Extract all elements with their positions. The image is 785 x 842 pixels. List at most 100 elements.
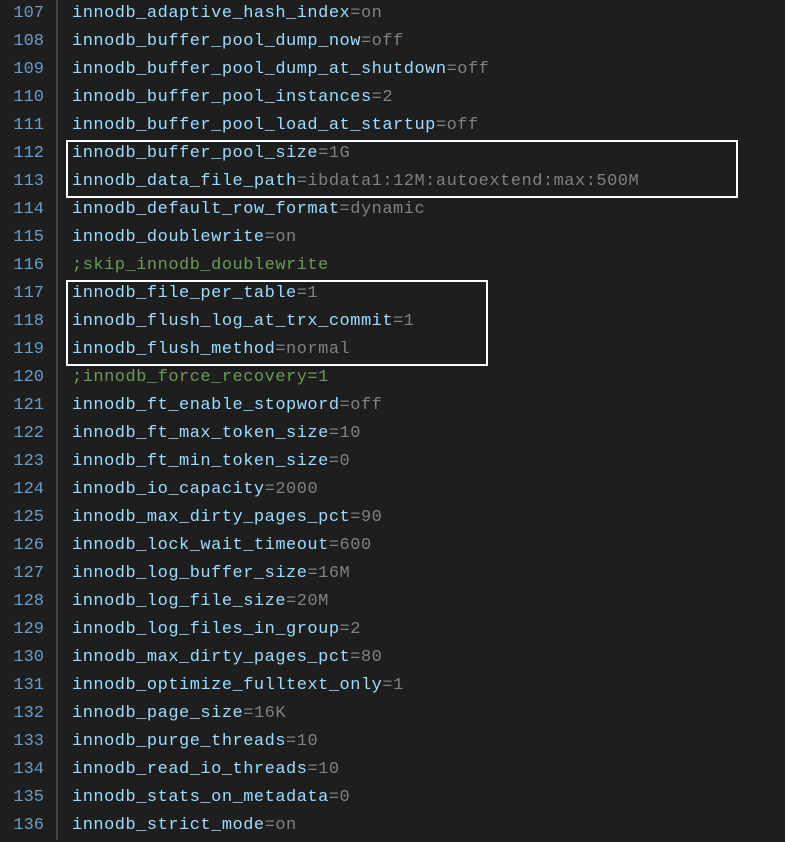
config-value: 0 — [340, 788, 351, 807]
code-line[interactable]: innodb_ft_max_token_size=10 — [72, 420, 785, 448]
config-key: innodb_max_dirty_pages_pct — [72, 648, 350, 667]
code-line[interactable]: innodb_page_size=16K — [72, 700, 785, 728]
equals-sign: = — [329, 452, 340, 471]
code-line[interactable]: innodb_flush_method=normal — [72, 336, 785, 364]
equals-sign: = — [243, 704, 254, 723]
code-line[interactable]: innodb_buffer_pool_dump_at_shutdown=off — [72, 56, 785, 84]
equals-sign: = — [329, 424, 340, 443]
config-key: innodb_read_io_threads — [72, 760, 307, 779]
equals-sign: = — [265, 480, 276, 499]
code-line[interactable]: innodb_log_files_in_group=2 — [72, 616, 785, 644]
code-line[interactable]: innodb_buffer_pool_load_at_startup=off — [72, 112, 785, 140]
comment-text: ;innodb_force_recovery=1 — [72, 368, 329, 387]
equals-sign: = — [318, 144, 329, 163]
code-content[interactable]: innodb_adaptive_hash_index=oninnodb_buff… — [58, 0, 785, 840]
config-key: innodb_page_size — [72, 704, 243, 723]
code-line[interactable]: innodb_flush_log_at_trx_commit=1 — [72, 308, 785, 336]
config-key: innodb_buffer_pool_size — [72, 144, 318, 163]
code-line[interactable]: innodb_lock_wait_timeout=600 — [72, 532, 785, 560]
config-value: 1G — [329, 144, 350, 163]
line-number-gutter: 1071081091101111121131141151161171181191… — [0, 0, 58, 840]
config-value: 1 — [393, 676, 404, 695]
config-value: 16K — [254, 704, 286, 723]
code-line[interactable]: innodb_adaptive_hash_index=on — [72, 0, 785, 28]
config-value: 2 — [350, 620, 361, 639]
config-key: innodb_optimize_fulltext_only — [72, 676, 382, 695]
code-line[interactable]: innodb_ft_enable_stopword=off — [72, 392, 785, 420]
config-value: off — [372, 32, 404, 51]
equals-sign: = — [340, 200, 351, 219]
config-key: innodb_purge_threads — [72, 732, 286, 751]
code-line[interactable]: innodb_doublewrite=on — [72, 224, 785, 252]
config-key: innodb_buffer_pool_dump_at_shutdown — [72, 60, 447, 79]
line-number: 128 — [0, 588, 44, 616]
code-line[interactable]: innodb_read_io_threads=10 — [72, 756, 785, 784]
config-value: 80 — [361, 648, 382, 667]
equals-sign: = — [297, 284, 308, 303]
code-line[interactable]: innodb_stats_on_metadata=0 — [72, 784, 785, 812]
config-key: innodb_lock_wait_timeout — [72, 536, 329, 555]
code-line[interactable]: innodb_file_per_table=1 — [72, 280, 785, 308]
code-editor[interactable]: 1071081091101111121131141151161171181191… — [0, 0, 785, 840]
equals-sign: = — [340, 396, 351, 415]
line-number: 121 — [0, 392, 44, 420]
code-line[interactable]: innodb_purge_threads=10 — [72, 728, 785, 756]
config-key: innodb_ft_min_token_size — [72, 452, 329, 471]
config-value: 0 — [340, 452, 351, 471]
equals-sign: = — [307, 564, 318, 583]
code-line[interactable]: innodb_max_dirty_pages_pct=80 — [72, 644, 785, 672]
code-line[interactable]: innodb_buffer_pool_dump_now=off — [72, 28, 785, 56]
config-key: innodb_log_file_size — [72, 592, 286, 611]
config-value: off — [457, 60, 489, 79]
line-number: 122 — [0, 420, 44, 448]
config-value: 10 — [340, 424, 361, 443]
equals-sign: = — [393, 312, 404, 331]
code-line[interactable]: innodb_log_buffer_size=16M — [72, 560, 785, 588]
equals-sign: = — [382, 676, 393, 695]
line-number: 127 — [0, 560, 44, 588]
line-number: 126 — [0, 532, 44, 560]
line-number: 119 — [0, 336, 44, 364]
config-value: 1 — [307, 284, 318, 303]
line-number: 134 — [0, 756, 44, 784]
equals-sign: = — [265, 816, 276, 835]
config-key: innodb_strict_mode — [72, 816, 265, 835]
code-line[interactable]: innodb_buffer_pool_instances=2 — [72, 84, 785, 112]
code-line[interactable]: ;innodb_force_recovery=1 — [72, 364, 785, 392]
line-number: 123 — [0, 448, 44, 476]
line-number: 125 — [0, 504, 44, 532]
config-value: ibdata1:12M:autoextend:max:500M — [307, 172, 639, 191]
code-line[interactable]: innodb_io_capacity=2000 — [72, 476, 785, 504]
config-key: innodb_flush_log_at_trx_commit — [72, 312, 393, 331]
line-number: 112 — [0, 140, 44, 168]
line-number: 124 — [0, 476, 44, 504]
equals-sign: = — [372, 88, 383, 107]
line-number: 116 — [0, 252, 44, 280]
code-line[interactable]: innodb_optimize_fulltext_only=1 — [72, 672, 785, 700]
equals-sign: = — [350, 648, 361, 667]
code-line[interactable]: innodb_buffer_pool_size=1G — [72, 140, 785, 168]
line-number: 111 — [0, 112, 44, 140]
code-line[interactable]: innodb_strict_mode=on — [72, 812, 785, 840]
line-number: 130 — [0, 644, 44, 672]
config-key: innodb_log_buffer_size — [72, 564, 307, 583]
code-line[interactable]: innodb_default_row_format=dynamic — [72, 196, 785, 224]
code-line[interactable]: ;skip_innodb_doublewrite — [72, 252, 785, 280]
config-key: innodb_log_files_in_group — [72, 620, 340, 639]
line-number: 107 — [0, 0, 44, 28]
config-value: 600 — [340, 536, 372, 555]
equals-sign: = — [361, 32, 372, 51]
config-key: innodb_adaptive_hash_index — [72, 4, 350, 23]
equals-sign: = — [329, 536, 340, 555]
line-number: 136 — [0, 812, 44, 840]
config-key: innodb_ft_max_token_size — [72, 424, 329, 443]
equals-sign: = — [307, 760, 318, 779]
code-line[interactable]: innodb_data_file_path=ibdata1:12M:autoex… — [72, 168, 785, 196]
config-key: innodb_flush_method — [72, 340, 275, 359]
equals-sign: = — [297, 172, 308, 191]
code-line[interactable]: innodb_log_file_size=20M — [72, 588, 785, 616]
code-line[interactable]: innodb_max_dirty_pages_pct=90 — [72, 504, 785, 532]
config-value: on — [361, 4, 382, 23]
line-number: 110 — [0, 84, 44, 112]
code-line[interactable]: innodb_ft_min_token_size=0 — [72, 448, 785, 476]
